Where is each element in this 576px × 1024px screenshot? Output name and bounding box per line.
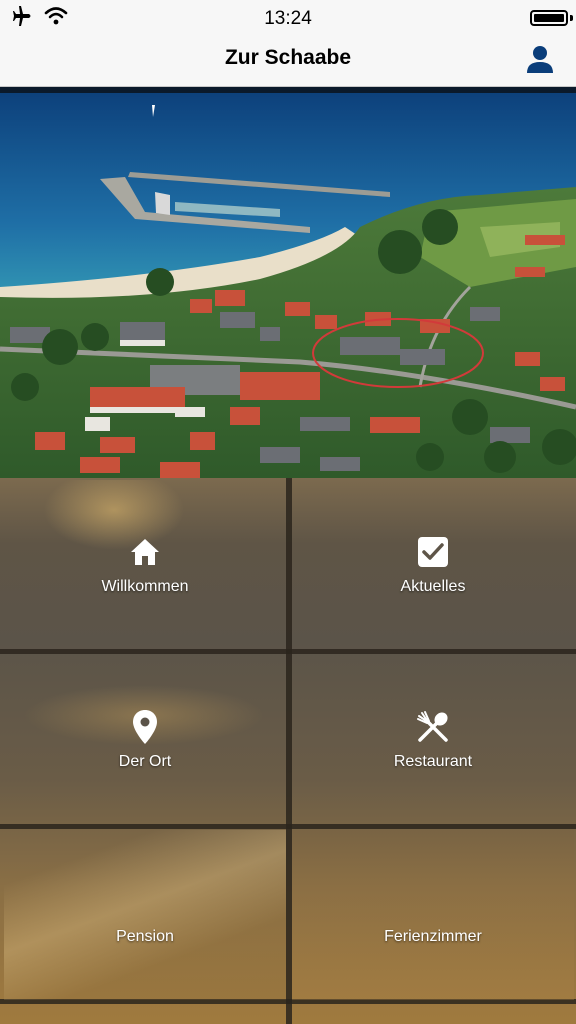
menu-tile-willkommen[interactable]: Willkommen xyxy=(4,480,286,650)
menu-tile-aktuelles[interactable]: Aktuelles xyxy=(292,480,574,650)
navigation-bar: Zur Schaabe xyxy=(0,36,576,87)
menu-tile-der-ort[interactable]: Der Ort xyxy=(4,655,286,825)
page-title: Zur Schaabe xyxy=(224,46,352,69)
location-pin-icon xyxy=(132,709,158,745)
menu-tile-label: Der Ort xyxy=(118,753,172,770)
menu-tile-restaurant[interactable]: Restaurant xyxy=(292,655,574,825)
battery-icon xyxy=(530,10,568,26)
status-bar: 13:24 xyxy=(0,0,576,36)
menu-tile-label: Aktuelles xyxy=(400,578,466,595)
menu-tile-pension[interactable]: Pension xyxy=(4,830,286,1000)
status-time: 13:24 xyxy=(264,8,312,29)
menu-tile-label: Restaurant xyxy=(393,753,473,770)
menu-tile-label: Willkommen xyxy=(101,578,189,595)
home-icon xyxy=(129,534,161,570)
user-profile-button[interactable] xyxy=(522,41,558,77)
hero-image xyxy=(0,87,576,478)
user-icon xyxy=(527,46,553,73)
checkbox-icon xyxy=(417,534,449,570)
fork-spoon-icon xyxy=(416,709,450,745)
menu-tile-ferienzimmer[interactable]: Ferienzimmer xyxy=(292,830,574,1000)
menu-tile-label: Pension xyxy=(116,928,174,945)
menu-tile-label: Ferienzimmer xyxy=(384,928,482,945)
menu-grid: Willkommen Aktuelles Der Ort Restaurant … xyxy=(0,478,576,1024)
